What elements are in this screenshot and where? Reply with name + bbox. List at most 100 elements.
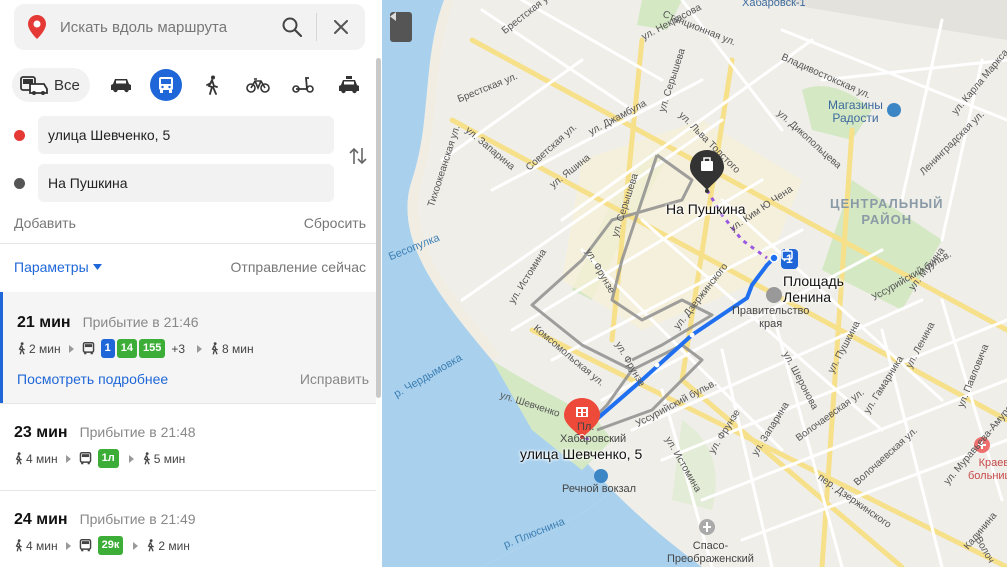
search-button[interactable] — [268, 4, 316, 50]
collapse-panel-button[interactable] — [390, 12, 412, 42]
add-waypoint-link[interactable]: Добавить — [14, 215, 76, 231]
place-label: Речной вокзал — [562, 483, 637, 495]
scooter-icon — [292, 77, 315, 93]
walk-leg: 2 мин — [146, 539, 190, 553]
more-lines: +3 — [171, 341, 186, 356]
route-edit-link[interactable]: Исправить — [300, 371, 369, 387]
leg-arrow-icon — [68, 344, 74, 353]
walk-icon — [211, 342, 218, 355]
search-icon — [282, 17, 302, 37]
walk-icon — [18, 342, 25, 355]
leg-arrow-icon — [197, 344, 203, 353]
place-label: Пл. — [577, 421, 595, 433]
divider — [0, 243, 376, 244]
poi-line: Краевая — [978, 457, 1007, 469]
reset-link[interactable]: Сбросить — [304, 215, 366, 231]
location-pin-icon — [14, 15, 60, 39]
district-label: ЦЕНТРАЛЬНЫЙ РАЙОН — [830, 196, 944, 228]
route-search-input[interactable]: Искать вдоль маршрута — [60, 19, 268, 36]
map-view[interactable]: ул. Некрасова Станционная ул. Брестская … — [382, 0, 1007, 567]
stop-name-label: Площадь Ленина — [783, 273, 844, 305]
mode-bus-active — [150, 69, 183, 101]
walk-leg: 2 мин — [17, 342, 61, 356]
route-duration: 23 мин — [14, 424, 68, 441]
poi-label: Краевая больница № — [968, 457, 1007, 483]
transport-modes: Все — [12, 66, 372, 104]
route-panel: Искать вдоль маршрута Все улица Шевченко… — [0, 0, 382, 567]
mode-bus-button[interactable] — [144, 68, 190, 102]
walk-leg: 4 мин — [14, 539, 58, 553]
route-search-box[interactable]: Искать вдоль маршрута — [14, 4, 365, 50]
route-legs: 4 мин 1л 5 мин — [14, 449, 185, 468]
poi-line: Спасо- — [692, 540, 729, 552]
stop-name-line: Ленина — [783, 289, 832, 305]
leg-arrow-icon — [133, 541, 139, 550]
start-dot — [14, 129, 25, 141]
route-arrival: Прибытие в 21:46 — [82, 314, 199, 330]
district-line: РАЙОН — [861, 212, 913, 227]
walk-icon — [148, 539, 155, 552]
route-duration: 24 мин — [14, 511, 68, 528]
poi-line: края — [759, 318, 783, 330]
stop-badge[interactable]: 1 — [781, 249, 798, 269]
origin-label: улица Шевченко, 5 — [520, 446, 643, 462]
params-dropdown[interactable]: Параметры — [14, 259, 102, 275]
clear-button[interactable] — [317, 4, 365, 50]
walk-duration: 2 мин — [158, 538, 190, 553]
poi-line: больница № — [968, 470, 1007, 482]
destination-label: На Пушкина — [666, 201, 746, 217]
route-header: 23 мин Прибытие в 21:48 — [14, 424, 196, 442]
mode-all-button[interactable]: Все — [12, 68, 90, 102]
leg-arrow-icon — [65, 454, 71, 463]
line-badge: 155 — [138, 339, 166, 358]
leg-arrow-icon — [128, 454, 134, 463]
poi-line: Преображенский — [667, 553, 754, 565]
bus-icon — [159, 77, 174, 93]
route-legs: 2 мин 1 14 155 +3 8 мин — [17, 339, 254, 358]
route-option-2[interactable]: 23 мин Прибытие в 21:48 4 мин 1л 5 мин — [0, 404, 376, 490]
route-option-3[interactable]: 24 мин Прибытие в 21:49 4 мин 29к 2 мин — [0, 491, 376, 567]
bus-icon — [79, 539, 91, 552]
walk-duration: 2 мин — [29, 341, 61, 356]
route-details-link[interactable]: Посмотреть подробнее — [17, 371, 168, 387]
all-transport-icon — [20, 76, 48, 95]
bicycle-icon — [245, 78, 270, 93]
mode-all-label: Все — [54, 76, 80, 94]
route-legs: 4 мин 29к 2 мин — [14, 536, 190, 555]
end-dot — [14, 177, 25, 189]
station-label: Хабаровск-1 — [742, 0, 806, 9]
mode-car-button[interactable] — [98, 68, 144, 102]
to-input[interactable]: На Пушкина — [38, 164, 334, 202]
mode-bike-button[interactable] — [235, 68, 281, 102]
walk-leg: 4 мин — [14, 452, 58, 466]
route-actions: Посмотреть подробнее Исправить — [17, 371, 369, 387]
stop-name-line: Площадь — [783, 273, 844, 289]
close-icon — [334, 20, 348, 34]
departure-time-button[interactable]: Отправление сейчас — [231, 259, 366, 275]
line-badge: 1 — [100, 339, 115, 358]
district-line: ЦЕНТРАЛЬНЫЙ — [830, 196, 944, 211]
leg-arrow-icon — [65, 541, 71, 550]
line-badge: 14 — [116, 339, 137, 358]
walk-icon — [206, 75, 218, 95]
swap-button[interactable] — [346, 144, 370, 168]
line-badge: 29к — [97, 536, 124, 555]
car-icon — [110, 79, 131, 93]
walk-icon — [143, 452, 150, 465]
walk-duration: 5 мин — [153, 451, 186, 466]
line-badge: 1л — [97, 449, 119, 468]
bus-icon — [82, 342, 94, 355]
route-arrival: Прибытие в 21:48 — [79, 424, 196, 440]
from-input[interactable]: улица Шевченко, 5 — [38, 116, 334, 154]
tram-icon — [781, 249, 793, 262]
walk-icon — [15, 539, 22, 552]
mode-taxi-button[interactable] — [326, 68, 372, 102]
walk-duration: 8 мин — [222, 341, 254, 356]
walk-leg: 8 мин — [210, 342, 254, 356]
caret-down-icon — [92, 264, 102, 270]
mode-scooter-button[interactable] — [281, 68, 327, 102]
mode-walk-button[interactable] — [189, 68, 235, 102]
poi-label: Спасо- Преображенский — [667, 540, 754, 566]
route-option-1[interactable]: 21 мин Прибытие в 21:46 2 мин 1 14 155 +… — [0, 292, 376, 403]
panel-scrollbar[interactable] — [376, 58, 381, 398]
